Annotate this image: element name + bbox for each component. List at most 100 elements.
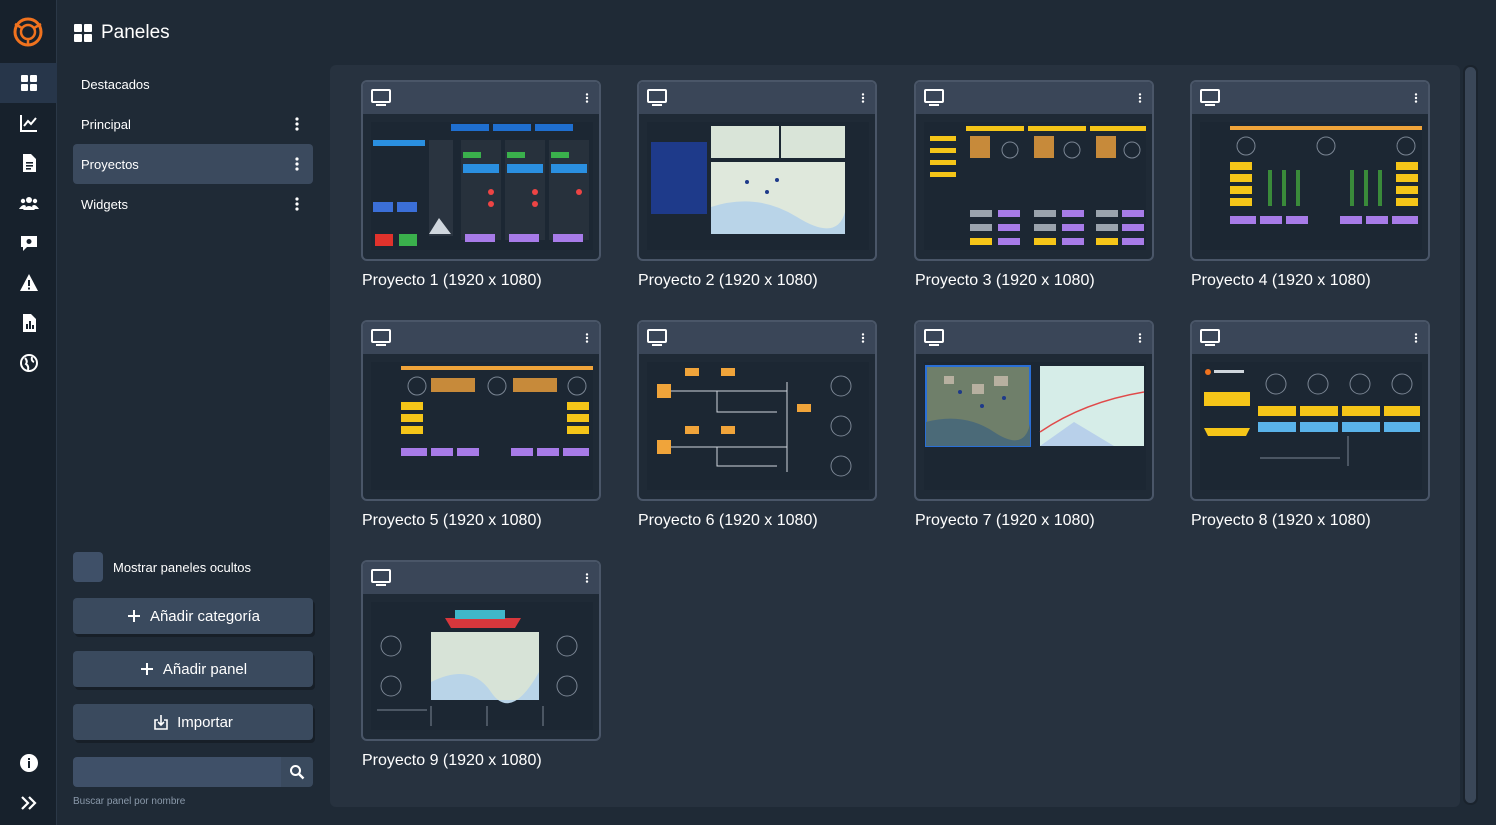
info-icon [19, 754, 38, 772]
kebab-menu-icon[interactable] [581, 329, 593, 347]
kebab-menu-icon[interactable] [289, 196, 305, 212]
monitor-icon [924, 89, 944, 106]
kebab-menu-icon[interactable] [1134, 89, 1146, 107]
search-icon [290, 765, 305, 780]
dashboard-icon [20, 75, 37, 91]
rail-users[interactable] [0, 183, 57, 223]
panel-thumbnail [371, 362, 593, 490]
kebab-menu-icon[interactable] [1410, 329, 1422, 347]
panel-card-7[interactable] [914, 320, 1154, 501]
panel-thumbnail [371, 122, 593, 250]
panel-title[interactable]: Proyecto 9 (1920 x 1080) [362, 752, 542, 770]
panel-title[interactable]: Proyecto 8 (1920 x 1080) [1191, 512, 1371, 530]
panel-card-bar [639, 322, 875, 354]
panel-card-bar [1192, 322, 1428, 354]
category-label: Principal [81, 116, 131, 132]
panel-title[interactable]: Proyecto 3 (1920 x 1080) [915, 272, 1095, 290]
panel-card-3[interactable] [914, 80, 1154, 261]
monitor-icon [647, 89, 667, 106]
kebab-menu-icon[interactable] [857, 89, 869, 107]
search-button[interactable] [281, 757, 313, 787]
add-category-button[interactable]: Añadir categoría [73, 598, 313, 634]
kebab-menu-icon[interactable] [1134, 329, 1146, 347]
show-hidden-toggle-row: Mostrar paneles ocultos [73, 552, 251, 582]
category-proyectos[interactable]: Proyectos [73, 144, 313, 184]
panel-card-8[interactable] [1190, 320, 1430, 501]
warning-icon [19, 274, 38, 291]
panel-thumbnail [924, 122, 1146, 250]
monitor-icon [371, 569, 391, 586]
import-label: Importar [177, 713, 233, 731]
monitor-icon [371, 329, 391, 346]
monitor-icon [1200, 329, 1220, 346]
panel-thumbnail [647, 362, 869, 490]
rail-expand[interactable] [0, 783, 57, 823]
panel-title[interactable]: Proyecto 4 (1920 x 1080) [1191, 272, 1371, 290]
panel-card-bar [916, 322, 1152, 354]
panel-card-2[interactable] [637, 80, 877, 261]
chart-line-icon [19, 115, 37, 132]
search-input[interactable] [73, 757, 281, 787]
monitor-icon [371, 89, 391, 106]
panel-card-bar [1192, 82, 1428, 114]
page-title: Paneles [101, 22, 170, 43]
panel-card-bar [916, 82, 1152, 114]
kebab-menu-icon[interactable] [857, 329, 869, 347]
panel-title[interactable]: Proyecto 6 (1920 x 1080) [638, 512, 818, 530]
monitor-icon [1200, 89, 1220, 106]
panel-card-bar [363, 562, 599, 594]
plus-icon [127, 610, 140, 622]
expand-icon [20, 796, 37, 810]
rail-globe[interactable] [0, 343, 57, 383]
app-logo[interactable] [10, 14, 46, 50]
monitor-icon [647, 329, 667, 346]
panel-card-6[interactable] [637, 320, 877, 501]
rail-info[interactable] [0, 743, 57, 783]
category-label: Destacados [81, 76, 150, 92]
panel-thumbnail [924, 362, 1146, 490]
kebab-menu-icon[interactable] [289, 116, 305, 132]
panel-card-bar [639, 82, 875, 114]
grid-icon [74, 24, 92, 42]
kebab-menu-icon[interactable] [581, 89, 593, 107]
users-icon [18, 197, 39, 210]
kebab-menu-icon[interactable] [581, 569, 593, 587]
show-hidden-checkbox[interactable] [73, 552, 103, 582]
category-widgets[interactable]: Widgets [73, 184, 313, 224]
search-hint: Buscar panel por nombre [73, 796, 186, 807]
category-label: Widgets [81, 196, 128, 212]
panel-title[interactable]: Proyecto 5 (1920 x 1080) [362, 512, 542, 530]
panel-card-bar [363, 322, 599, 354]
panel-title[interactable]: Proyecto 1 (1920 x 1080) [362, 272, 542, 290]
panel-search [73, 757, 313, 787]
document-icon [22, 154, 36, 172]
panel-card-4[interactable] [1190, 80, 1430, 261]
kebab-menu-icon[interactable] [289, 156, 305, 172]
add-panel-button[interactable]: Añadir panel [73, 651, 313, 687]
panel-card-5[interactable] [361, 320, 601, 501]
category-principal[interactable]: Principal [73, 104, 313, 144]
kebab-menu-icon[interactable] [1410, 89, 1422, 107]
scrollbar-thumb[interactable] [1465, 67, 1476, 803]
panel-thumbnail [371, 602, 593, 730]
rail-dashboard[interactable] [0, 63, 57, 103]
panel-title[interactable]: Proyecto 2 (1920 x 1080) [638, 272, 818, 290]
chat-icon [20, 236, 37, 251]
category-list: Destacados Principal Proyectos Widgets [73, 64, 313, 224]
rail-chat[interactable] [0, 223, 57, 263]
rail-alerts[interactable] [0, 263, 57, 303]
add-category-label: Añadir categoría [149, 607, 261, 625]
panel-card-9[interactable] [361, 560, 601, 741]
rail-documents[interactable] [0, 143, 57, 183]
panel-card-1[interactable] [361, 80, 601, 261]
panel-thumbnail [647, 122, 869, 250]
category-destacados[interactable]: Destacados [73, 64, 313, 104]
rail-charts[interactable] [0, 103, 57, 143]
icon-rail [0, 0, 57, 825]
globe-icon [19, 354, 38, 372]
import-button[interactable]: Importar [73, 704, 313, 740]
rail-reports[interactable] [0, 303, 57, 343]
scrollbar[interactable] [1463, 65, 1478, 805]
panel-title[interactable]: Proyecto 7 (1920 x 1080) [915, 512, 1095, 530]
monitor-icon [924, 329, 944, 346]
